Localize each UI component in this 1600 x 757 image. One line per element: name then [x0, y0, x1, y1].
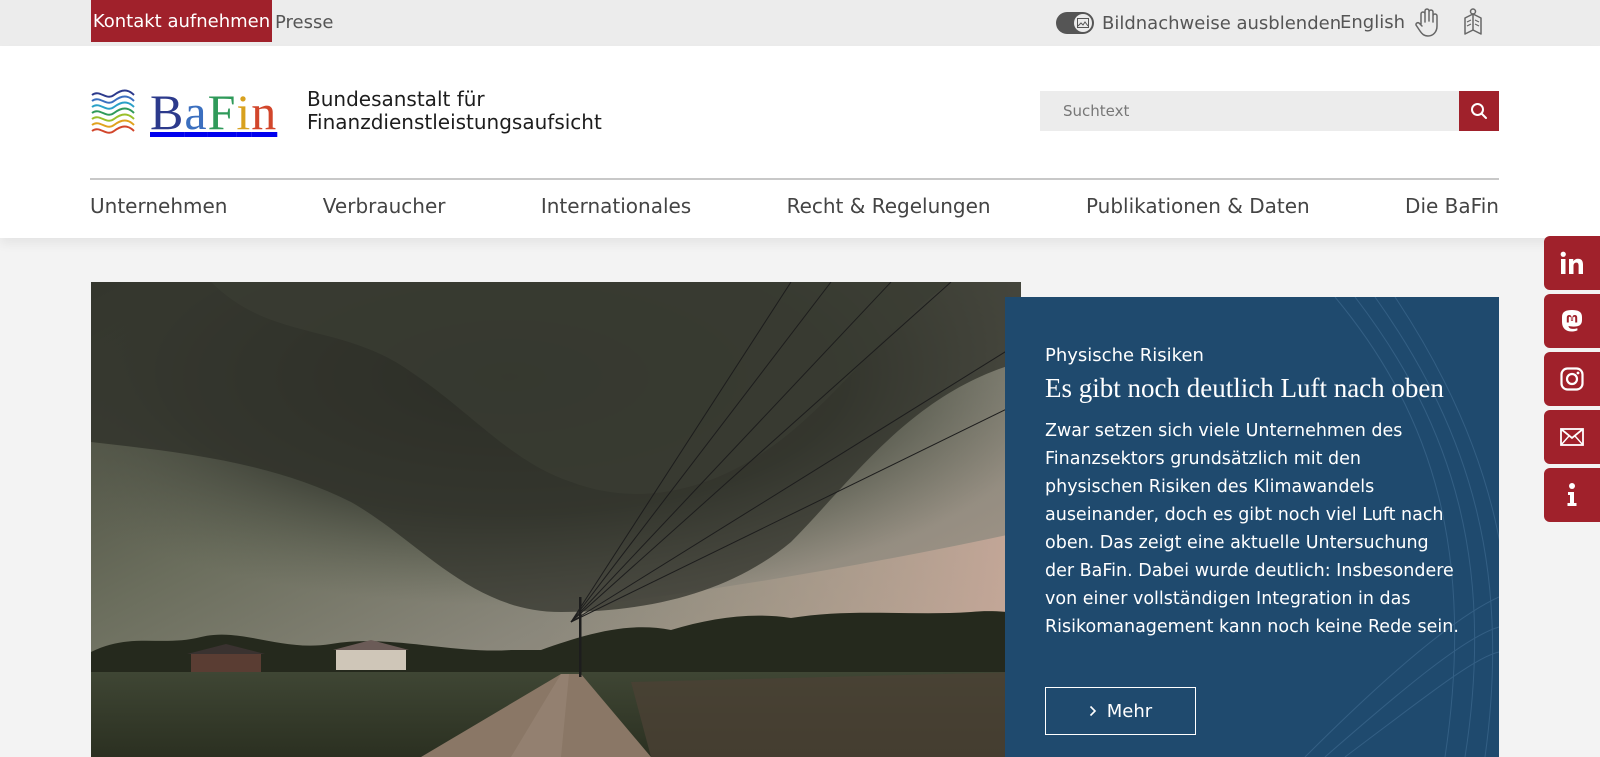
hero-image: [91, 282, 1021, 757]
org-name: Bundesanstalt für Finanzdienstleistungsa…: [307, 88, 602, 134]
contact-button[interactable]: Kontakt aufnehmen: [91, 0, 272, 42]
top-utility-bar: Kontakt aufnehmen Presse Bildnachweise a…: [0, 0, 1600, 46]
logo-wordmark: BaFin: [150, 84, 278, 140]
nav-divider: [90, 178, 1499, 180]
nav-item-publikationen-daten[interactable]: Publikationen & Daten: [1086, 194, 1310, 218]
hand-icon[interactable]: [1412, 8, 1442, 38]
nav-item-recht-regelungen[interactable]: Recht & Regelungen: [787, 194, 991, 218]
social-sidebar: [1544, 236, 1600, 526]
more-button-label: Mehr: [1106, 700, 1153, 722]
org-name-line1: Bundesanstalt für: [307, 87, 485, 111]
site-header: BaFin Bundesanstalt für Finanzdienstleis…: [0, 46, 1600, 238]
bafin-logo[interactable]: BaFin: [90, 86, 277, 138]
mail-icon[interactable]: [1544, 410, 1600, 464]
language-switch-link[interactable]: English: [1340, 12, 1405, 33]
nav-item-unternehmen[interactable]: Unternehmen: [90, 194, 227, 218]
nav-item-verbraucher[interactable]: Verbraucher: [323, 194, 446, 218]
press-link[interactable]: Presse: [275, 12, 333, 33]
linkedin-icon[interactable]: [1544, 236, 1600, 290]
toggle-label: Bildnachweise ausblenden: [1102, 12, 1342, 34]
toggle-switch[interactable]: [1056, 12, 1094, 34]
search-form: [1040, 91, 1499, 131]
more-button[interactable]: Mehr: [1045, 687, 1196, 735]
hero-headline[interactable]: Es gibt noch deutlich Luft nach oben: [1045, 371, 1485, 405]
instagram-icon[interactable]: [1544, 352, 1600, 406]
image-icon: [1074, 14, 1092, 32]
nav-item-internationales[interactable]: Internationales: [541, 194, 691, 218]
hero-teaser-panel: Physische Risiken Es gibt noch deutlich …: [1005, 297, 1499, 757]
info-icon[interactable]: [1544, 468, 1600, 522]
hero-kicker: Physische Risiken: [1045, 345, 1204, 366]
hero-teaser-text: Zwar setzen sich viele Unternehmen des F…: [1045, 421, 1459, 637]
nav-item-die-bafin[interactable]: Die BaFin: [1405, 194, 1499, 218]
search-icon: [1471, 103, 1487, 119]
main-nav: Unternehmen Verbraucher Internationales …: [90, 194, 1499, 218]
easy-language-icon[interactable]: [1458, 8, 1488, 38]
mastodon-icon[interactable]: [1544, 294, 1600, 348]
image-credits-toggle[interactable]: Bildnachweise ausblenden: [1056, 10, 1341, 36]
storm-landscape-image: [91, 282, 1021, 757]
waves-logo-icon: [91, 89, 135, 134]
org-name-line2: Finanzdienstleistungsaufsicht: [307, 110, 602, 134]
chevron-right-icon: [1089, 705, 1096, 717]
search-button[interactable]: [1459, 91, 1499, 131]
search-input[interactable]: [1040, 91, 1459, 131]
